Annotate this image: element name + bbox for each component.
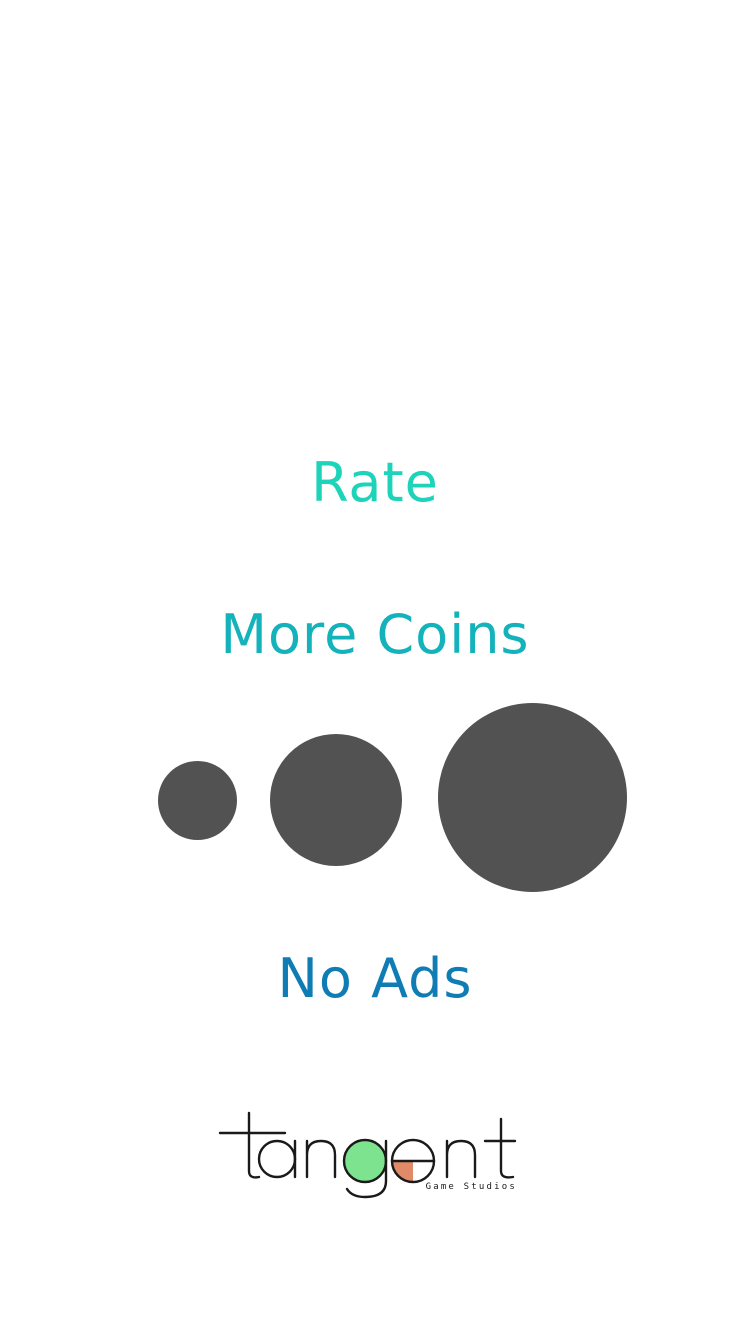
dot-medium-button[interactable] xyxy=(270,734,402,866)
tangent-game-studios-logo: Game Studios xyxy=(215,1105,525,1205)
dot-large-button[interactable] xyxy=(438,703,627,892)
more-coins-button[interactable]: More Coins xyxy=(0,608,750,662)
logo-tagline: Game Studios xyxy=(426,1182,517,1192)
rate-button[interactable]: Rate xyxy=(0,456,750,510)
no-ads-button[interactable]: No Ads xyxy=(0,952,750,1006)
dot-small-button[interactable] xyxy=(158,761,237,840)
